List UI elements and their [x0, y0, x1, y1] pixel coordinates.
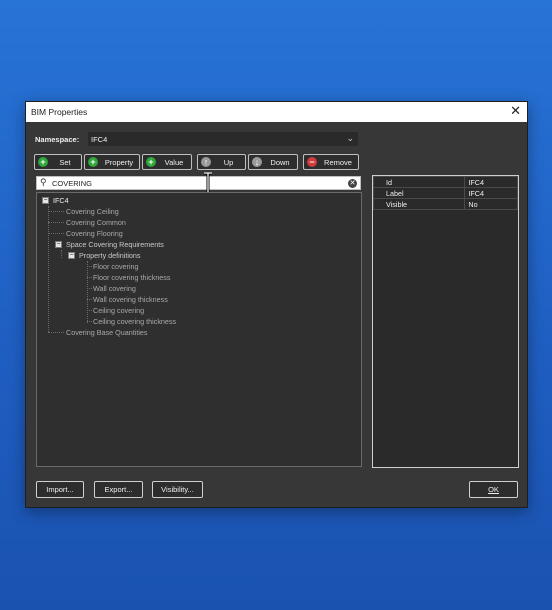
property-value[interactable]: No: [464, 198, 518, 210]
plus-icon: +: [146, 157, 156, 167]
tree-line: [48, 211, 64, 212]
tree-line: [48, 233, 64, 234]
set-button[interactable]: + Set: [34, 154, 82, 170]
table-row[interactable]: Id IFC4: [372, 176, 518, 188]
window-title: BIM Properties: [31, 107, 88, 117]
tree-node-root[interactable]: IFC4: [53, 196, 69, 205]
collapse-icon[interactable]: −: [42, 197, 49, 204]
search-icon: ⚲: [40, 177, 47, 187]
collapse-icon[interactable]: −: [55, 241, 62, 248]
properties-grid: Id IFC4 Label IFC4 Visible No: [372, 175, 519, 468]
tree-line: [87, 310, 92, 311]
property-name: Label: [372, 187, 466, 199]
export-button[interactable]: Export...: [94, 481, 143, 498]
tree-line: [48, 206, 49, 332]
tree-node[interactable]: Covering Ceiling: [66, 207, 119, 216]
tree-node[interactable]: Floor covering thickness: [93, 273, 171, 282]
properties-table: Id IFC4 Label IFC4 Visible No: [372, 176, 518, 210]
tree-node[interactable]: Floor covering: [93, 262, 139, 271]
property-button[interactable]: + Property: [84, 154, 140, 170]
import-button[interactable]: Import...: [36, 481, 84, 498]
tree-line: [87, 288, 92, 289]
tree-line: [48, 222, 64, 223]
tree-node[interactable]: Space Covering Requirements: [66, 240, 164, 249]
down-button[interactable]: ↓ Down: [248, 154, 298, 170]
tree-line: [61, 250, 62, 258]
arrow-down-icon: ↓: [252, 157, 262, 167]
tree-node[interactable]: Ceiling covering thickness: [93, 317, 176, 326]
title-bar: BIM Properties ✕: [26, 102, 527, 122]
visibility-button[interactable]: Visibility...: [152, 481, 203, 498]
property-value[interactable]: IFC4: [464, 176, 518, 188]
table-row[interactable]: Visible No: [372, 198, 518, 210]
tree-node[interactable]: Wall covering thickness: [93, 295, 168, 304]
tree-line: [87, 261, 88, 323]
tree-node[interactable]: Covering Flooring: [66, 229, 123, 238]
search-input[interactable]: ⚲ COVERING ✕: [36, 176, 361, 190]
clear-icon[interactable]: ✕: [348, 179, 357, 188]
up-button[interactable]: ↑ Up: [197, 154, 246, 170]
tree-line: [87, 266, 92, 267]
table-row[interactable]: Label IFC4: [372, 187, 518, 199]
namespace-label: Namespace:: [35, 135, 80, 144]
tree-node[interactable]: Covering Base Quantities: [66, 328, 148, 337]
tree-node[interactable]: Ceiling covering: [93, 306, 144, 315]
tree-node[interactable]: Covering Common: [66, 218, 126, 227]
remove-button[interactable]: − Remove: [303, 154, 359, 170]
arrow-up-icon: ↑: [201, 157, 211, 167]
search-text: COVERING: [52, 179, 93, 188]
property-name: Id: [372, 176, 466, 188]
ok-button[interactable]: OK: [469, 481, 518, 498]
namespace-select[interactable]: IFC4 ⌄: [88, 132, 358, 146]
value-button[interactable]: + Value: [142, 154, 192, 170]
property-value[interactable]: IFC4: [464, 187, 518, 199]
tree-line: [48, 332, 64, 333]
namespace-value: IFC4: [91, 135, 108, 144]
collapse-icon[interactable]: −: [68, 252, 75, 259]
property-tree[interactable]: − IFC4 Covering Ceiling Covering Common …: [36, 192, 362, 467]
bim-properties-dialog: BIM Properties ✕ Namespace: IFC4 ⌄ + Set…: [25, 101, 528, 508]
tree-line: [87, 299, 92, 300]
chevron-down-icon: ⌄: [346, 133, 354, 143]
tree-line: [87, 277, 92, 278]
tree-node[interactable]: Wall covering: [93, 284, 136, 293]
property-name: Visible: [372, 198, 466, 210]
plus-icon: +: [38, 157, 48, 167]
tree-line: [87, 321, 92, 322]
close-icon[interactable]: ✕: [510, 104, 521, 118]
tree-node[interactable]: Property definitions: [79, 251, 141, 260]
plus-icon: +: [88, 157, 98, 167]
minus-icon: −: [307, 157, 317, 167]
